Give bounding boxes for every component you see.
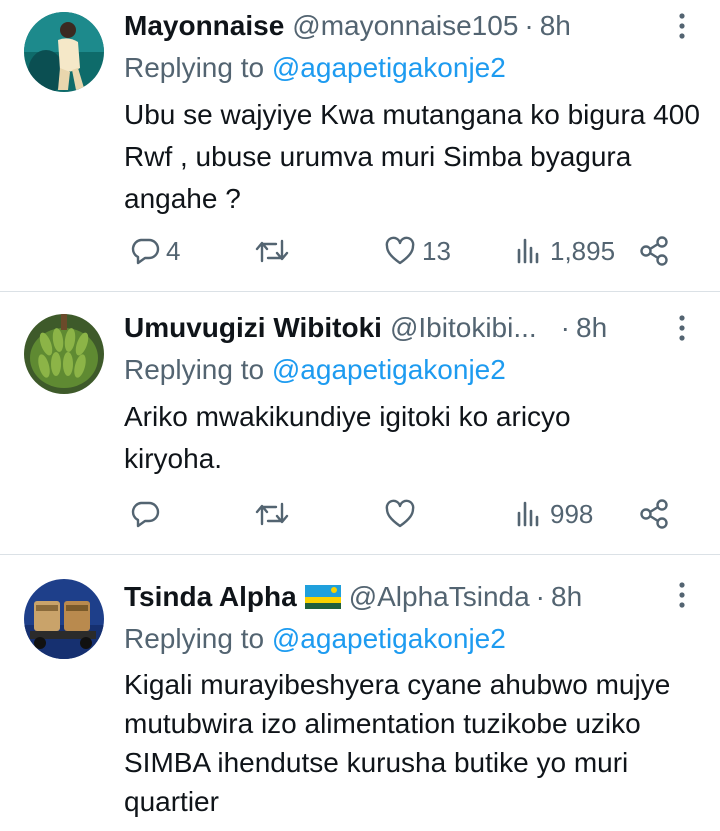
avatar[interactable] [24, 12, 104, 92]
reply-button[interactable] [130, 492, 166, 536]
replying-prefix: Replying to [124, 52, 272, 83]
views-icon [517, 501, 539, 527]
share-icon [640, 236, 668, 266]
avatar[interactable] [24, 579, 104, 659]
separator: · [535, 581, 545, 612]
more-icon[interactable] [672, 314, 692, 342]
action-bar: 4 13 1,895 [124, 229, 684, 273]
timestamp[interactable]: 8h [540, 6, 571, 46]
tweet-header: Umuvugizi Wibitoki @Ibitokibi... · 8h [124, 308, 607, 348]
separator: · [560, 312, 570, 343]
retweet-button[interactable] [254, 492, 296, 536]
avatar[interactable] [24, 314, 104, 394]
timestamp[interactable]: 8h [551, 577, 582, 617]
like-icon [385, 499, 415, 528]
separator: · [524, 10, 534, 41]
action-bar: 998 [124, 492, 684, 536]
tweet-2[interactable]: Umuvugizi Wibitoki @Ibitokibi... · 8h Re… [0, 292, 720, 554]
more-icon[interactable] [672, 581, 692, 609]
reply-button[interactable]: 4 [130, 229, 180, 273]
tweet-header: Tsinda Alpha @AlphaTsinda · 8h [124, 577, 582, 617]
views-icon [517, 238, 539, 264]
replying-to: Replying to @agapetigakonje2 [124, 350, 506, 390]
display-name[interactable]: Tsinda Alpha [124, 577, 297, 617]
mention-link[interactable]: @agapetigakonje2 [272, 354, 506, 385]
user-handle[interactable]: @mayonnaise105 [292, 6, 518, 46]
user-handle[interactable]: @AlphaTsinda [349, 577, 530, 617]
tweet-text: Ariko mwakikundiye igitoki ko aricyo kir… [124, 401, 571, 474]
like-button[interactable]: 13 [384, 229, 451, 273]
tweet-text: Kigali murayibeshyera cyane ahubwo mujye… [124, 669, 671, 817]
views-button[interactable]: 998 [514, 492, 593, 536]
reply-icon [131, 238, 160, 265]
share-button[interactable] [638, 229, 670, 273]
mention-link[interactable]: @agapetigakonje2 [272, 52, 506, 83]
mention-link[interactable]: @agapetigakonje2 [272, 623, 506, 654]
user-handle[interactable]: @Ibitokibi... [390, 308, 537, 348]
reply-count: 4 [166, 235, 181, 266]
tweet-1[interactable]: Mayonnaise @mayonnaise105 · 8h Replying … [0, 0, 720, 290]
tweet-3[interactable]: Tsinda Alpha @AlphaTsinda · 8h Replying … [0, 555, 720, 831]
rwanda-flag-icon [304, 585, 341, 609]
like-icon [385, 236, 415, 265]
tweet-header: Mayonnaise @mayonnaise105 · 8h [124, 6, 571, 46]
views-count: 998 [550, 498, 594, 529]
like-button[interactable] [384, 492, 422, 536]
views-button[interactable]: 1,895 [514, 229, 615, 273]
replying-prefix: Replying to [124, 623, 272, 654]
display-name[interactable]: Umuvugizi Wibitoki [124, 308, 382, 348]
views-count: 1,895 [550, 235, 616, 266]
reply-icon [131, 501, 160, 528]
replying-prefix: Replying to [124, 354, 272, 385]
more-icon[interactable] [672, 12, 692, 40]
replying-to: Replying to @agapetigakonje2 [124, 48, 506, 88]
share-button[interactable] [638, 492, 670, 536]
display-name[interactable]: Mayonnaise [124, 6, 284, 46]
replying-to: Replying to @agapetigakonje2 [124, 619, 506, 659]
share-icon [640, 499, 668, 529]
retweet-icon [255, 239, 289, 263]
timestamp[interactable]: 8h [576, 308, 607, 348]
retweet-button[interactable] [254, 229, 296, 273]
retweet-icon [255, 502, 289, 526]
like-count: 13 [422, 235, 451, 266]
tweet-text: Ubu se wajyiye Kwa mutangana ko bigura 4… [124, 99, 700, 214]
